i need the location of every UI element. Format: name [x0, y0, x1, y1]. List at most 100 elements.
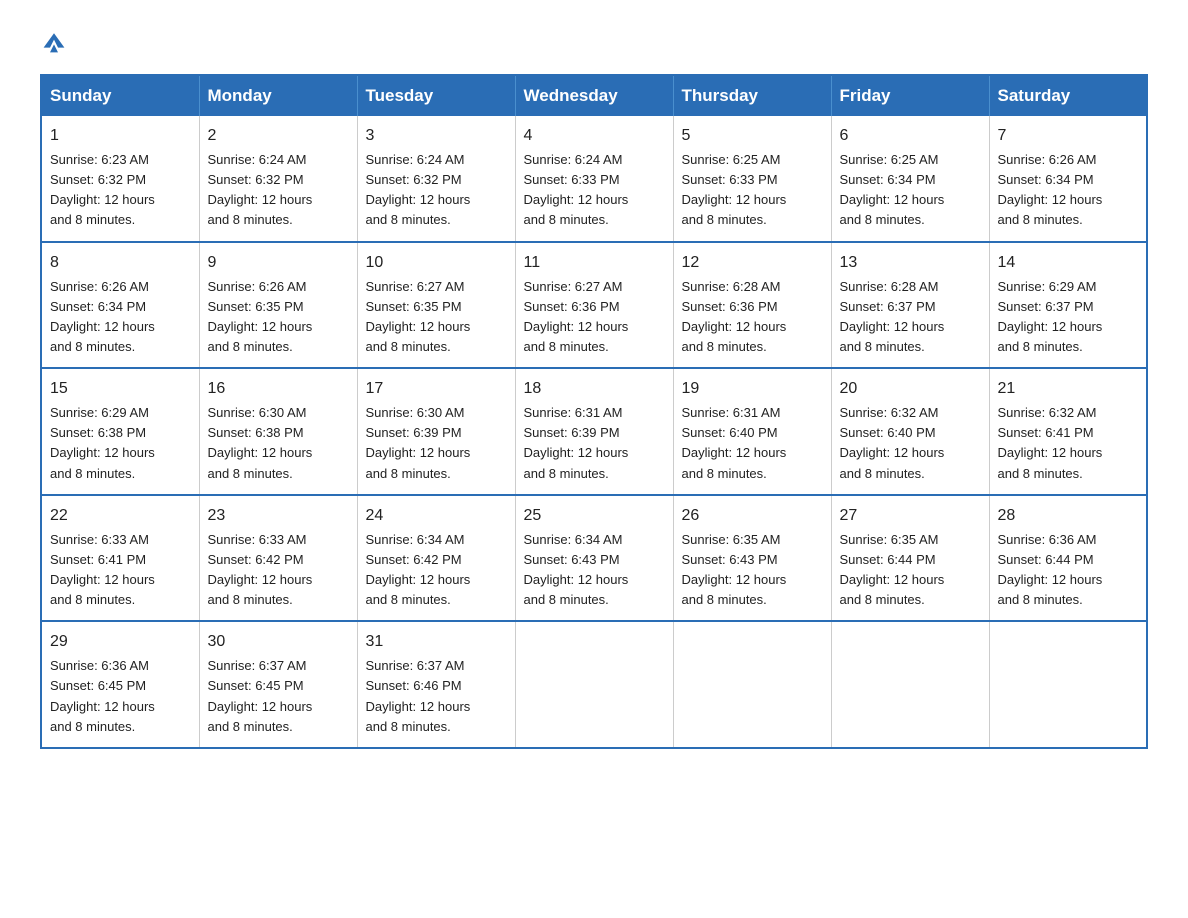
day-number: 2	[208, 124, 349, 148]
day-info: Sunrise: 6:34 AMSunset: 6:42 PMDaylight:…	[366, 530, 507, 611]
calendar-cell: 19Sunrise: 6:31 AMSunset: 6:40 PMDayligh…	[673, 368, 831, 495]
day-info: Sunrise: 6:24 AMSunset: 6:33 PMDaylight:…	[524, 150, 665, 231]
calendar-cell: 9Sunrise: 6:26 AMSunset: 6:35 PMDaylight…	[199, 242, 357, 369]
calendar-week-row: 8Sunrise: 6:26 AMSunset: 6:34 PMDaylight…	[41, 242, 1147, 369]
calendar-cell	[673, 621, 831, 748]
calendar-cell: 16Sunrise: 6:30 AMSunset: 6:38 PMDayligh…	[199, 368, 357, 495]
day-info: Sunrise: 6:24 AMSunset: 6:32 PMDaylight:…	[208, 150, 349, 231]
calendar-cell: 26Sunrise: 6:35 AMSunset: 6:43 PMDayligh…	[673, 495, 831, 622]
day-number: 18	[524, 377, 665, 401]
day-info: Sunrise: 6:36 AMSunset: 6:44 PMDaylight:…	[998, 530, 1139, 611]
calendar-cell: 24Sunrise: 6:34 AMSunset: 6:42 PMDayligh…	[357, 495, 515, 622]
calendar-week-row: 15Sunrise: 6:29 AMSunset: 6:38 PMDayligh…	[41, 368, 1147, 495]
calendar-header-friday: Friday	[831, 75, 989, 116]
day-info: Sunrise: 6:24 AMSunset: 6:32 PMDaylight:…	[366, 150, 507, 231]
calendar-cell: 28Sunrise: 6:36 AMSunset: 6:44 PMDayligh…	[989, 495, 1147, 622]
calendar-cell: 2Sunrise: 6:24 AMSunset: 6:32 PMDaylight…	[199, 116, 357, 242]
day-number: 19	[682, 377, 823, 401]
day-number: 10	[366, 251, 507, 275]
day-number: 31	[366, 630, 507, 654]
calendar-header-monday: Monday	[199, 75, 357, 116]
calendar-header-thursday: Thursday	[673, 75, 831, 116]
calendar-cell: 13Sunrise: 6:28 AMSunset: 6:37 PMDayligh…	[831, 242, 989, 369]
calendar-cell: 25Sunrise: 6:34 AMSunset: 6:43 PMDayligh…	[515, 495, 673, 622]
calendar-week-row: 22Sunrise: 6:33 AMSunset: 6:41 PMDayligh…	[41, 495, 1147, 622]
day-info: Sunrise: 6:33 AMSunset: 6:42 PMDaylight:…	[208, 530, 349, 611]
day-number: 6	[840, 124, 981, 148]
day-info: Sunrise: 6:31 AMSunset: 6:39 PMDaylight:…	[524, 403, 665, 484]
day-info: Sunrise: 6:29 AMSunset: 6:37 PMDaylight:…	[998, 277, 1139, 358]
calendar-cell: 30Sunrise: 6:37 AMSunset: 6:45 PMDayligh…	[199, 621, 357, 748]
day-number: 30	[208, 630, 349, 654]
day-info: Sunrise: 6:30 AMSunset: 6:38 PMDaylight:…	[208, 403, 349, 484]
calendar-cell: 22Sunrise: 6:33 AMSunset: 6:41 PMDayligh…	[41, 495, 199, 622]
day-info: Sunrise: 6:27 AMSunset: 6:36 PMDaylight:…	[524, 277, 665, 358]
calendar-body: 1Sunrise: 6:23 AMSunset: 6:32 PMDaylight…	[41, 116, 1147, 748]
calendar-header-sunday: Sunday	[41, 75, 199, 116]
day-number: 13	[840, 251, 981, 275]
calendar-cell: 5Sunrise: 6:25 AMSunset: 6:33 PMDaylight…	[673, 116, 831, 242]
day-info: Sunrise: 6:25 AMSunset: 6:34 PMDaylight:…	[840, 150, 981, 231]
day-number: 12	[682, 251, 823, 275]
day-info: Sunrise: 6:30 AMSunset: 6:39 PMDaylight:…	[366, 403, 507, 484]
day-number: 17	[366, 377, 507, 401]
day-info: Sunrise: 6:34 AMSunset: 6:43 PMDaylight:…	[524, 530, 665, 611]
calendar-cell	[831, 621, 989, 748]
logo	[40, 30, 70, 54]
day-number: 25	[524, 504, 665, 528]
calendar-cell: 17Sunrise: 6:30 AMSunset: 6:39 PMDayligh…	[357, 368, 515, 495]
calendar-cell: 8Sunrise: 6:26 AMSunset: 6:34 PMDaylight…	[41, 242, 199, 369]
calendar-cell	[515, 621, 673, 748]
day-info: Sunrise: 6:31 AMSunset: 6:40 PMDaylight:…	[682, 403, 823, 484]
calendar-cell: 23Sunrise: 6:33 AMSunset: 6:42 PMDayligh…	[199, 495, 357, 622]
day-info: Sunrise: 6:23 AMSunset: 6:32 PMDaylight:…	[50, 150, 191, 231]
day-number: 20	[840, 377, 981, 401]
day-number: 7	[998, 124, 1139, 148]
day-info: Sunrise: 6:36 AMSunset: 6:45 PMDaylight:…	[50, 656, 191, 737]
day-number: 16	[208, 377, 349, 401]
day-info: Sunrise: 6:28 AMSunset: 6:37 PMDaylight:…	[840, 277, 981, 358]
calendar-cell: 11Sunrise: 6:27 AMSunset: 6:36 PMDayligh…	[515, 242, 673, 369]
day-info: Sunrise: 6:37 AMSunset: 6:45 PMDaylight:…	[208, 656, 349, 737]
calendar-cell: 3Sunrise: 6:24 AMSunset: 6:32 PMDaylight…	[357, 116, 515, 242]
day-info: Sunrise: 6:35 AMSunset: 6:43 PMDaylight:…	[682, 530, 823, 611]
day-info: Sunrise: 6:26 AMSunset: 6:34 PMDaylight:…	[998, 150, 1139, 231]
day-number: 3	[366, 124, 507, 148]
day-number: 9	[208, 251, 349, 275]
calendar-cell: 14Sunrise: 6:29 AMSunset: 6:37 PMDayligh…	[989, 242, 1147, 369]
day-info: Sunrise: 6:26 AMSunset: 6:34 PMDaylight:…	[50, 277, 191, 358]
day-info: Sunrise: 6:32 AMSunset: 6:41 PMDaylight:…	[998, 403, 1139, 484]
day-number: 14	[998, 251, 1139, 275]
calendar-cell: 4Sunrise: 6:24 AMSunset: 6:33 PMDaylight…	[515, 116, 673, 242]
calendar-cell: 27Sunrise: 6:35 AMSunset: 6:44 PMDayligh…	[831, 495, 989, 622]
day-number: 8	[50, 251, 191, 275]
day-info: Sunrise: 6:25 AMSunset: 6:33 PMDaylight:…	[682, 150, 823, 231]
calendar-week-row: 1Sunrise: 6:23 AMSunset: 6:32 PMDaylight…	[41, 116, 1147, 242]
calendar-table: SundayMondayTuesdayWednesdayThursdayFrid…	[40, 74, 1148, 749]
calendar-cell	[989, 621, 1147, 748]
day-number: 28	[998, 504, 1139, 528]
day-number: 1	[50, 124, 191, 148]
day-number: 15	[50, 377, 191, 401]
calendar-cell: 7Sunrise: 6:26 AMSunset: 6:34 PMDaylight…	[989, 116, 1147, 242]
calendar-header-row: SundayMondayTuesdayWednesdayThursdayFrid…	[41, 75, 1147, 116]
calendar-cell: 10Sunrise: 6:27 AMSunset: 6:35 PMDayligh…	[357, 242, 515, 369]
page-header	[40, 30, 1148, 54]
day-info: Sunrise: 6:35 AMSunset: 6:44 PMDaylight:…	[840, 530, 981, 611]
day-info: Sunrise: 6:33 AMSunset: 6:41 PMDaylight:…	[50, 530, 191, 611]
day-number: 26	[682, 504, 823, 528]
day-number: 4	[524, 124, 665, 148]
day-number: 29	[50, 630, 191, 654]
day-info: Sunrise: 6:28 AMSunset: 6:36 PMDaylight:…	[682, 277, 823, 358]
calendar-header-wednesday: Wednesday	[515, 75, 673, 116]
day-number: 5	[682, 124, 823, 148]
day-info: Sunrise: 6:27 AMSunset: 6:35 PMDaylight:…	[366, 277, 507, 358]
calendar-cell: 31Sunrise: 6:37 AMSunset: 6:46 PMDayligh…	[357, 621, 515, 748]
calendar-header-tuesday: Tuesday	[357, 75, 515, 116]
day-info: Sunrise: 6:26 AMSunset: 6:35 PMDaylight:…	[208, 277, 349, 358]
day-number: 11	[524, 251, 665, 275]
calendar-cell: 18Sunrise: 6:31 AMSunset: 6:39 PMDayligh…	[515, 368, 673, 495]
day-number: 23	[208, 504, 349, 528]
calendar-header-saturday: Saturday	[989, 75, 1147, 116]
calendar-cell: 21Sunrise: 6:32 AMSunset: 6:41 PMDayligh…	[989, 368, 1147, 495]
